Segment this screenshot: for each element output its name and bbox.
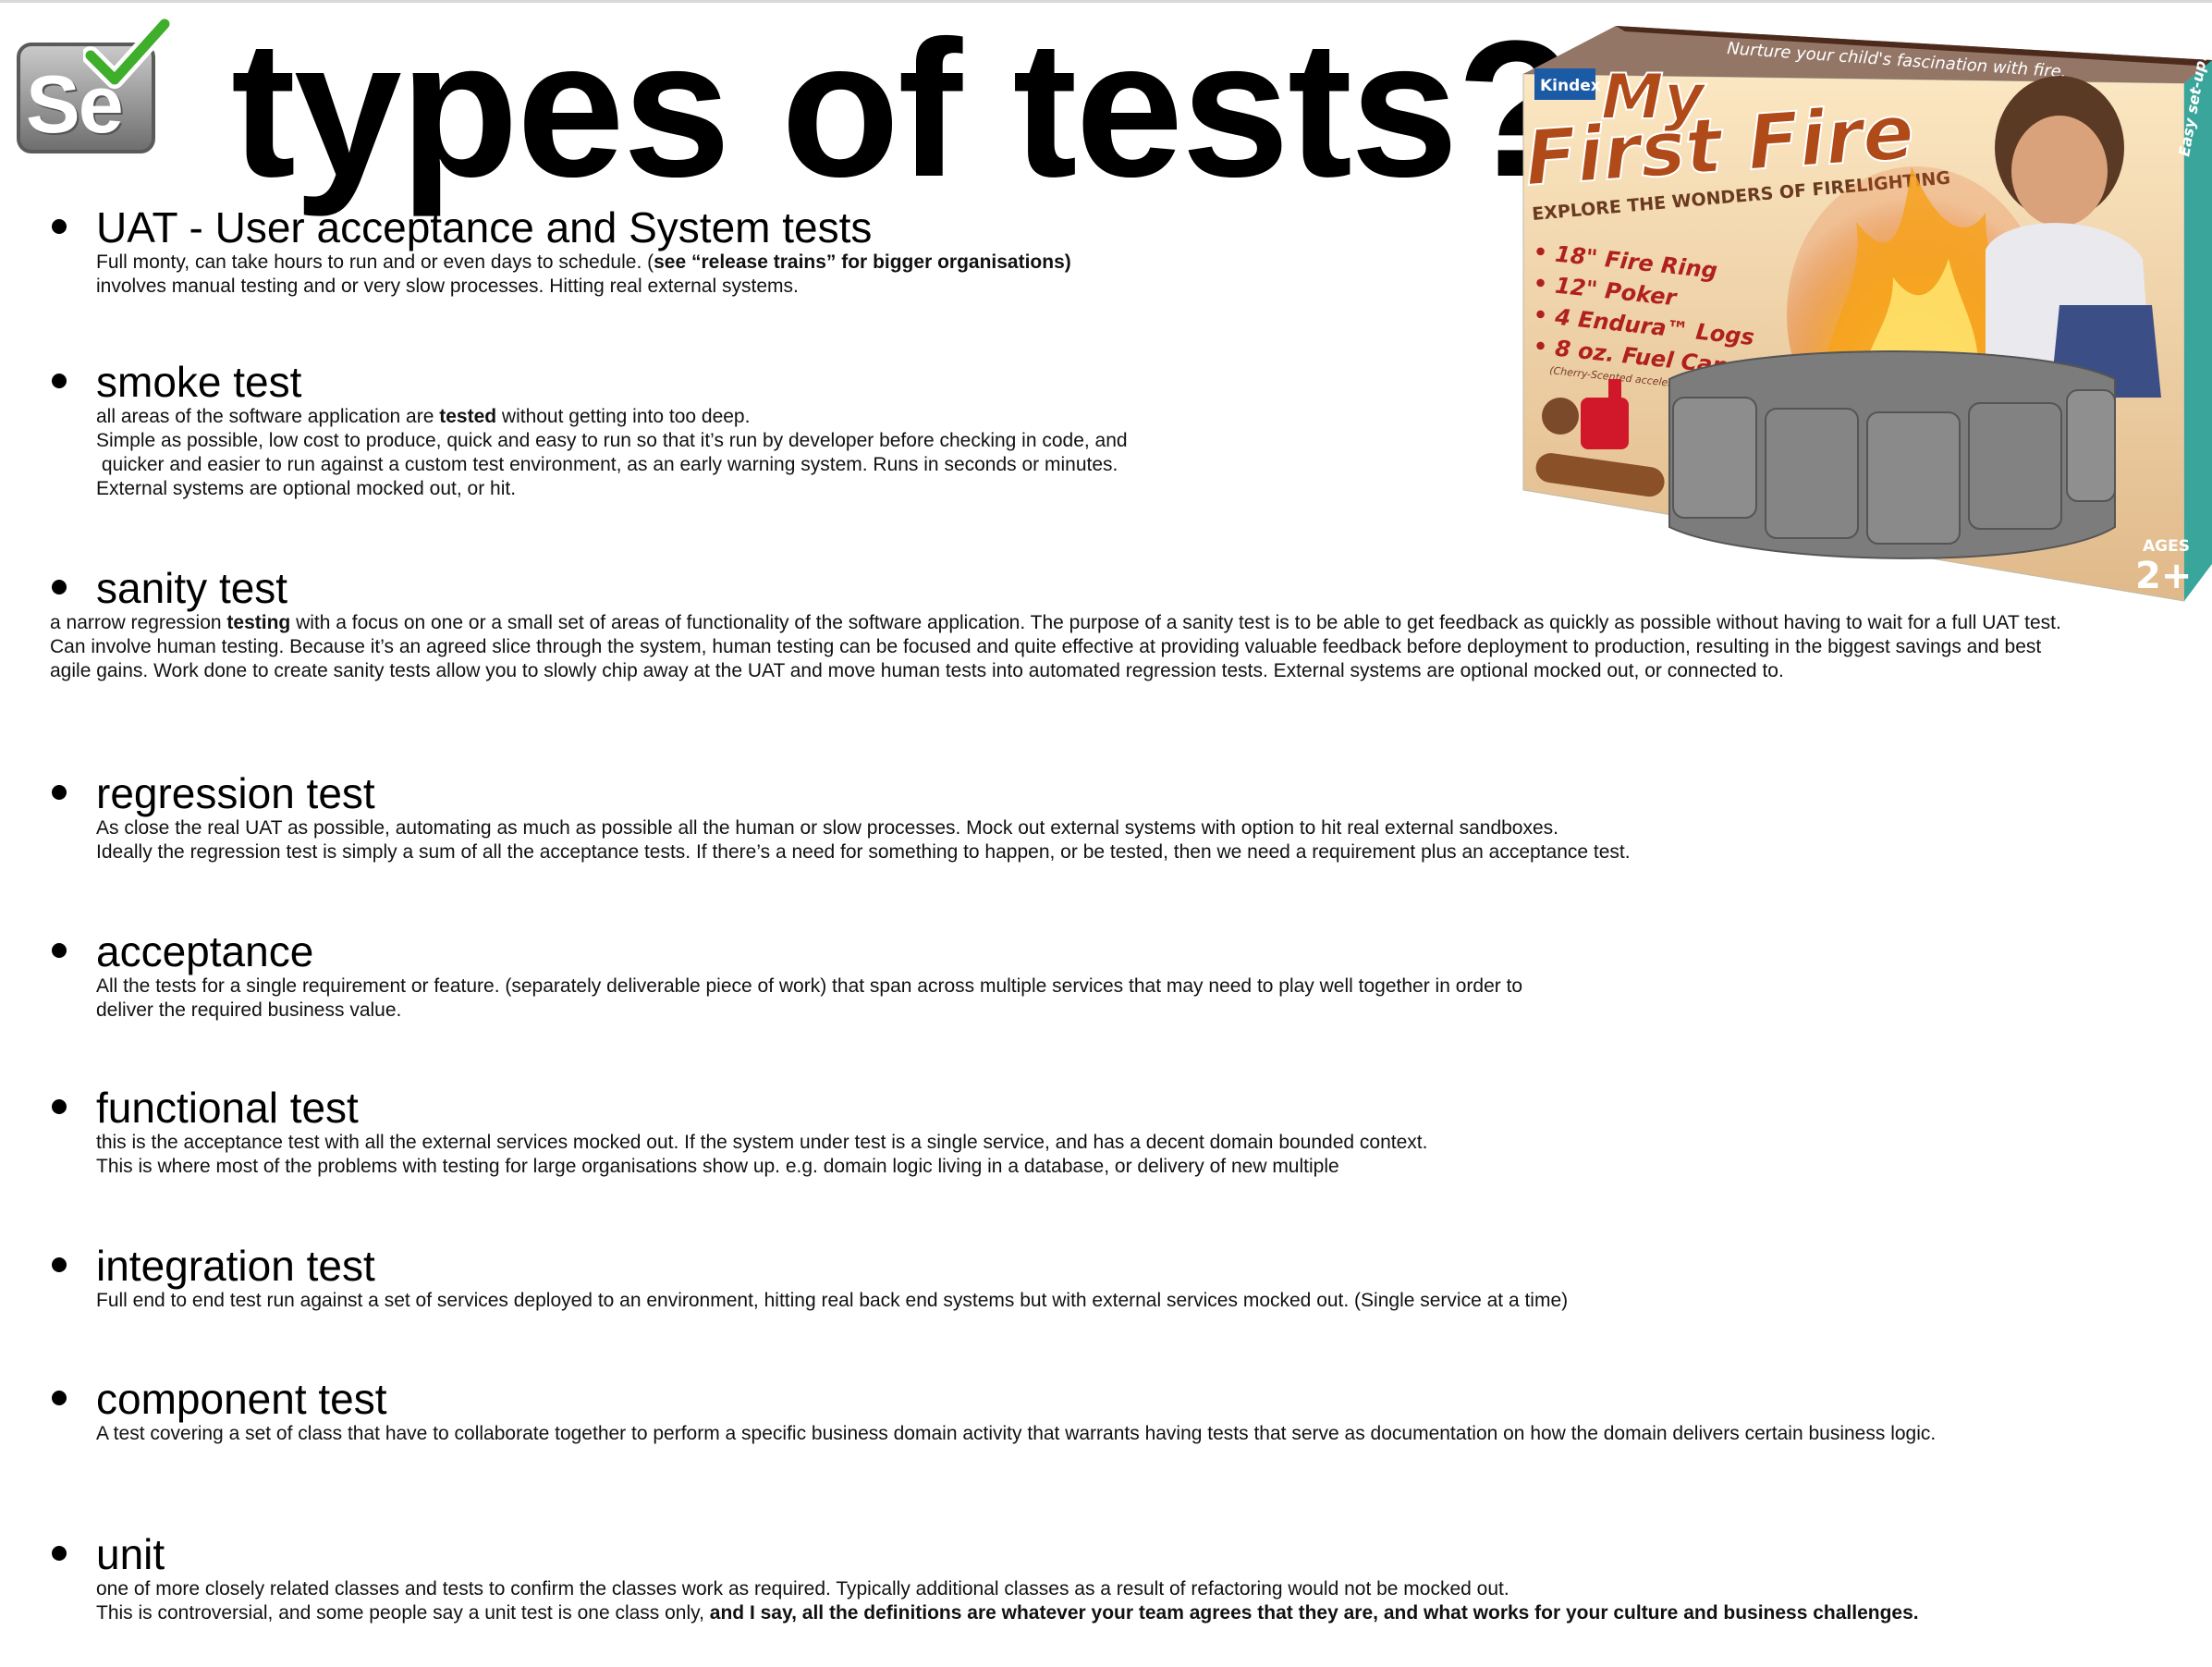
section-description: A test covering a set of class that have… [96,1423,1937,1444]
ages-label: AGES [2143,537,2190,556]
bullet-icon [52,785,67,800]
section-heading: smoke test [96,358,302,406]
sanity-text-bold: testing [226,612,291,633]
uat-line1-text: Full monty, can take hours to run and or… [96,251,654,273]
ages-value: 2+ [2135,555,2192,597]
section-heading: regression test [96,769,375,817]
unit-line2-text: This is controversial, and some people s… [96,1602,710,1624]
bullet-icon [52,219,67,234]
smoke-line3: quicker and easier to run against a cust… [96,454,1118,475]
bullet-icon [52,1391,67,1405]
bullet-icon [52,1257,67,1272]
section-description: this is the acceptance test with all the… [96,1131,1427,1179]
integration-line1: Full end to end test run against a set o… [96,1290,1569,1311]
section-heading: sanity test [96,564,288,612]
bullet-icon [52,580,67,594]
regression-line1: As close the real UAT as possible, autom… [96,817,1559,839]
regression-line2: Ideally the regression test is simply a … [96,841,1631,863]
section-description: Full monty, can take hours to run and or… [96,251,1071,299]
sanity-text-post: with a focus on one or a small set of ar… [50,612,2061,681]
bullet-icon [52,374,67,388]
page-title: types of tests? [231,0,1575,217]
functional-line2: This is where most of the problems with … [96,1156,1339,1177]
ages-badge: AGES 2+ [2135,537,2192,597]
selenium-logo: Se [13,17,172,155]
section-description: a narrow regression testing with a focus… [50,611,2065,683]
section-description: all areas of the software application ar… [96,405,1128,501]
sanity-text: a narrow regression [50,612,227,633]
bullet-icon [52,1546,67,1561]
section-heading: unit [96,1530,165,1578]
uat-line2: involves manual testing and or very slow… [96,276,799,297]
functional-line1: this is the acceptance test with all the… [96,1132,1428,1153]
bullet-icon [52,1099,67,1114]
section-description: one of more closely related classes and … [96,1577,2065,1625]
bullet-icon [52,943,67,958]
my-first-fire-product-image: Nurture your child's fascination with fi… [1522,26,2212,602]
brand-name: Kindex [1540,77,1601,95]
smoke-line2: Simple as possible, low cost to produce,… [96,430,1128,451]
section-heading: integration test [96,1242,375,1290]
fire-ring [1668,350,2116,559]
section-description: All the tests for a single requirement o… [96,974,1522,1023]
uat-line1-bold: see “release trains” for bigger organisa… [654,251,1071,273]
section-description: As close the real UAT as possible, autom… [96,816,1631,864]
smoke-line1-post: without getting into too deep. [496,406,751,427]
smoke-line4: External systems are optional mocked out… [96,478,517,499]
smoke-line1-bold: tested [439,406,497,427]
acceptance-line2: deliver the required business value. [96,999,402,1021]
section-heading: functional test [96,1084,359,1132]
section-heading: UAT - User acceptance and System tests [96,203,873,251]
section-heading: component test [96,1375,387,1423]
smoke-line1-text: all areas of the software application ar… [96,406,440,427]
unit-line2-bold: and I say, all the definitions are whate… [709,1602,1919,1624]
unit-line1: one of more closely related classes and … [96,1578,1509,1600]
checkmark-icon [83,17,172,89]
section-heading: acceptance [96,927,314,975]
section-description: Full end to end test run against a set o… [96,1289,1568,1313]
acceptance-line1: All the tests for a single requirement o… [96,975,1523,997]
